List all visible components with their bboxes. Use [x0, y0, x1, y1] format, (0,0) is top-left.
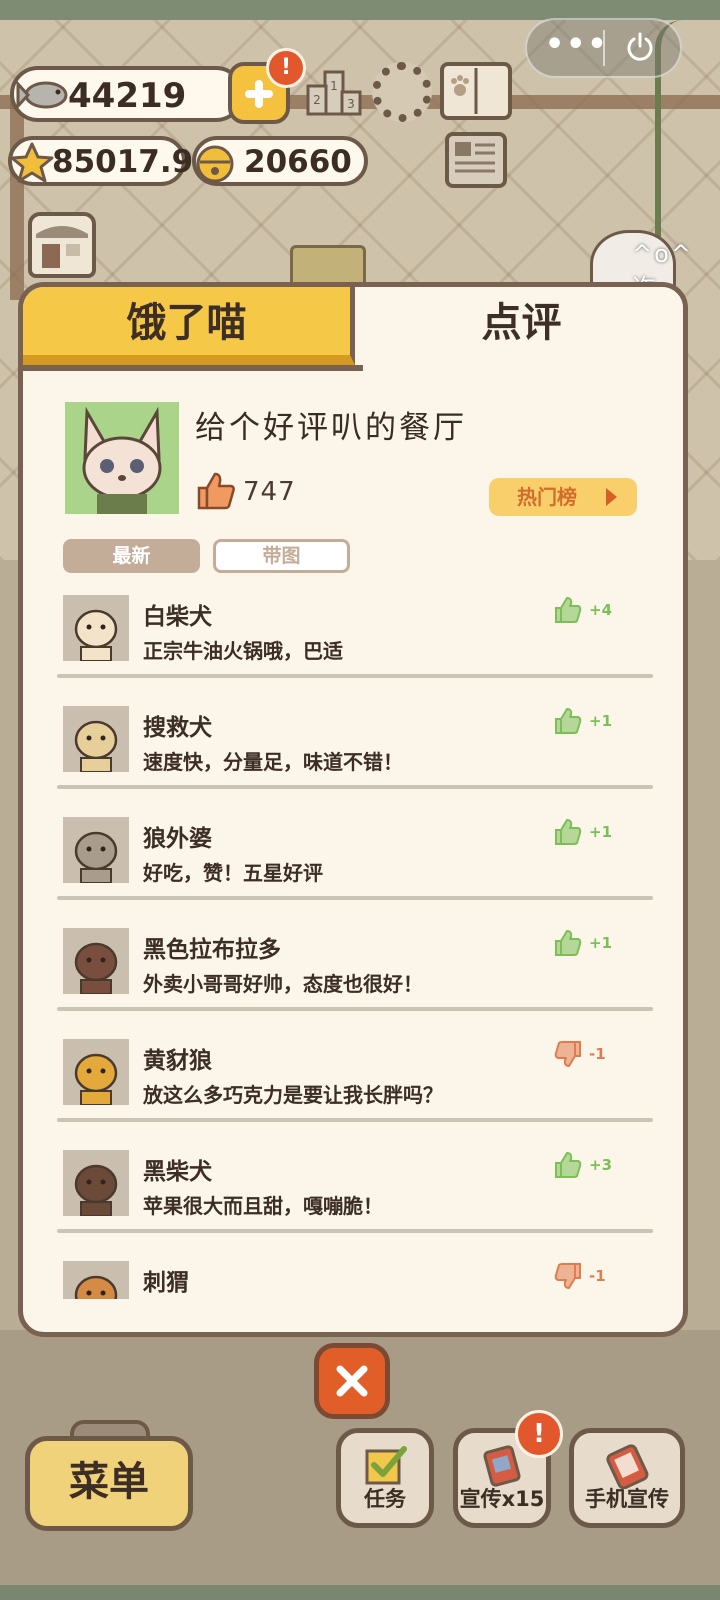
reviewer-avatar: [63, 1261, 129, 1299]
tab-divider: [23, 365, 363, 371]
review-item: 黑柴犬苹果很大而且甜，嘎嘣脆！ +3: [23, 1142, 683, 1253]
thumbs-up-icon: [197, 472, 235, 510]
thumbs-up-icon: [555, 708, 582, 734]
reviewer-name: 黑色拉布拉多: [143, 937, 281, 963]
fish-value: 44219: [68, 76, 187, 116]
review-text: 好吃，赞！五星好评: [143, 861, 323, 885]
reviewer-name: 黄豺狼: [143, 1048, 212, 1074]
capsule-divider: [603, 30, 605, 66]
reviewer-name: 搜救犬: [143, 715, 212, 741]
bottom-strip: [0, 1585, 720, 1600]
review-divider: [57, 1229, 653, 1233]
review-item: 白柴犬正宗牛油火锅哦，巴适 +4: [23, 587, 683, 698]
shop-icon[interactable]: [28, 212, 96, 278]
reviewer-name: 狼外婆: [143, 826, 212, 852]
restaurant-avatar: [65, 402, 179, 514]
review-score: -1: [589, 1045, 606, 1063]
tab-reviews[interactable]: 点评: [355, 287, 683, 365]
star-value: 85017.9: [52, 144, 194, 180]
review-text: 外卖小哥哥好帅，态度也很好！: [143, 972, 423, 996]
review-text: 苹果很大而且甜，嘎嘣脆！: [143, 1194, 383, 1218]
reviewer-avatar: [63, 1150, 129, 1216]
filter-latest[interactable]: 最新: [63, 539, 200, 573]
review-panel: 饿了喵 点评 给个好评叭的餐厅 747 热门榜 最新 带图 白柴犬正宗牛油火锅哦…: [18, 282, 688, 1337]
close-icon: [336, 1365, 368, 1397]
close-button[interactable]: [314, 1343, 390, 1419]
svg-text:3: 3: [347, 97, 355, 111]
review-text: 速度快，分量足，味道不错！: [143, 750, 403, 774]
review-divider: [57, 1118, 653, 1122]
thumbs-up-icon: [555, 819, 582, 845]
reviewer-name: 刺猬: [143, 1270, 189, 1296]
review-score: -1: [589, 1267, 606, 1285]
hot-list-button[interactable]: 热门榜: [489, 478, 637, 516]
restaurant-name: 给个好评叭的餐厅: [195, 410, 467, 446]
hot-list-label: 热门榜: [517, 485, 577, 509]
reviewer-avatar: [63, 1039, 129, 1105]
like-count: 747: [243, 477, 296, 507]
task-button[interactable]: 任务: [336, 1428, 434, 1528]
reviewer-avatar: [63, 817, 129, 883]
filter-with-pictures[interactable]: 带图: [213, 539, 350, 573]
fish-icon: [16, 80, 68, 110]
reviewer-name: 黑柴犬: [143, 1159, 212, 1185]
reviewer-avatar: [63, 706, 129, 772]
svg-text:1: 1: [330, 79, 338, 93]
top-strip: [0, 0, 720, 20]
review-text: 正宗牛油火锅哦，巴适: [143, 639, 343, 663]
promo-label: 宣传x15: [459, 1487, 545, 1511]
task-label: 任务: [364, 1487, 406, 1511]
promo-alert-badge: !: [515, 1410, 563, 1458]
reviewer-name: 白柴犬: [143, 604, 212, 630]
review-item: 狼外婆好吃，赞！五星好评 +1: [23, 809, 683, 920]
reviewer-avatar: [63, 928, 129, 994]
review-divider: [57, 896, 653, 900]
review-divider: [57, 1007, 653, 1011]
tab-hungry-meow[interactable]: 饿了喵: [23, 287, 355, 365]
more-options-icon[interactable]: •••: [545, 30, 607, 66]
fish-counter: 44219: [10, 66, 244, 122]
review-divider: [57, 674, 653, 678]
reviewer-avatar: [63, 595, 129, 661]
review-list[interactable]: 白柴犬 正宗牛油火锅哦，巴适 +4 搜救犬 速度快，分量足，味道不错！ +1 狼外婆 好吃，赞…: [23, 587, 683, 1299]
plus-alert-badge: !: [266, 48, 306, 88]
review-score: +1: [589, 934, 613, 952]
review-divider: [57, 785, 653, 789]
play-arrow-icon: [606, 488, 617, 506]
thumbs-up-icon: [555, 597, 582, 623]
newspaper-icon[interactable]: [445, 132, 507, 188]
star-counter: 85017.9: [8, 136, 193, 186]
star-icon: [10, 142, 54, 183]
thumbs-down-icon: [554, 1041, 581, 1067]
svg-text:2: 2: [313, 93, 321, 107]
review-item: 黄豺狼放这么多巧克力是要让我长胖吗？ -1: [23, 1031, 683, 1142]
thumbs-up-icon: [555, 930, 582, 956]
menu-button[interactable]: 菜单: [25, 1436, 193, 1531]
bell-value: 20660: [244, 144, 352, 180]
bell-counter: 20660: [192, 136, 368, 186]
review-score: +1: [589, 823, 613, 841]
review-item: 刺猬以后能不能快些-1: [23, 1253, 683, 1299]
thumbs-up-icon: [555, 1152, 582, 1178]
review-score: +4: [589, 601, 613, 619]
review-score: +3: [589, 1156, 613, 1174]
review-item: 搜救犬速度快，分量足，味道不错！ +1: [23, 698, 683, 809]
ranking-icon[interactable]: 1 2 3: [305, 64, 363, 120]
phone-promo-label: 手机宣传: [585, 1487, 669, 1511]
review-score: +1: [589, 712, 613, 730]
review-item: 黑色拉布拉多外卖小哥哥好帅，态度也很好！ +1: [23, 920, 683, 1031]
wood-post: [10, 100, 24, 300]
bell-icon: [196, 145, 234, 183]
gear-icon[interactable]: [372, 62, 432, 122]
review-text: 放这么多巧克力是要让我长胖吗？: [143, 1083, 443, 1107]
paw-book-icon[interactable]: [440, 62, 512, 120]
system-capsule: •••: [525, 18, 682, 78]
phone-promo-button[interactable]: 手机宣传: [569, 1428, 685, 1528]
power-icon[interactable]: [624, 31, 656, 63]
thumbs-down-icon: [554, 1263, 581, 1289]
